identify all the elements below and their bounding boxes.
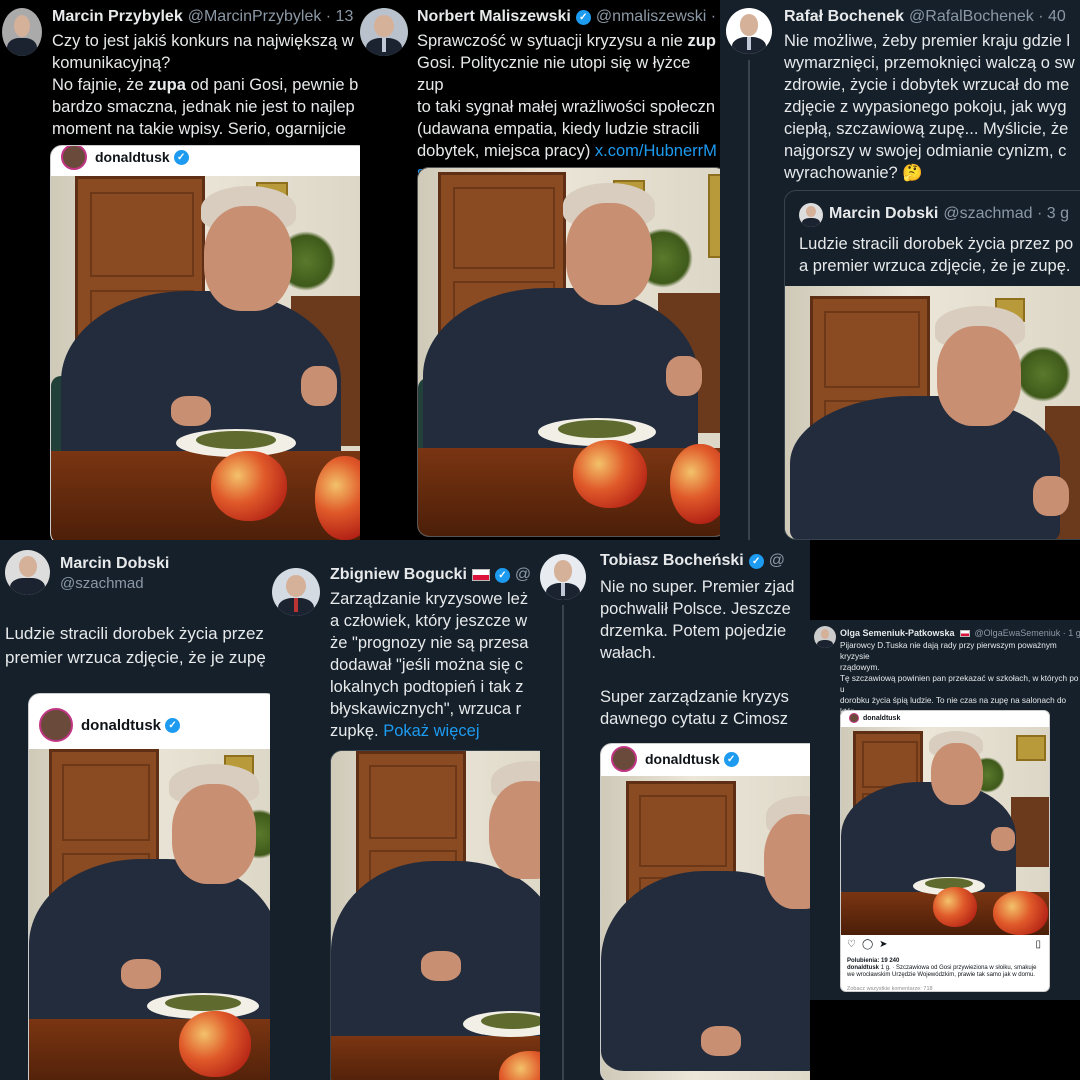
tusk-soup-photo xyxy=(331,751,540,1080)
card-header: donaldtusk ✓ xyxy=(39,708,185,742)
author-handle[interactable]: @ xyxy=(515,566,531,584)
instagram-card[interactable]: donaldtusk ✓ xyxy=(50,145,360,540)
share-icon[interactable]: ➤ xyxy=(879,939,887,950)
verified-badge-icon: ✓ xyxy=(723,751,739,767)
card-username[interactable]: donaldtusk xyxy=(95,149,170,165)
thread-line xyxy=(562,605,564,1080)
verified-badge-icon: ✓ xyxy=(575,9,591,25)
tweet-header: Marcin Przybylek @MarcinPrzybylek · 13 xyxy=(52,8,353,26)
card-header: donaldtusk xyxy=(849,713,900,723)
bookmark-icon[interactable]: ▯ xyxy=(1035,939,1041,950)
verified-badge-icon: ✓ xyxy=(748,553,764,569)
card-header: donaldtusk ✓ xyxy=(611,746,744,772)
quote-author[interactable]: Marcin Dobski xyxy=(829,205,938,223)
tweet-header: Zbigniew Bogucki ✓ @ xyxy=(330,566,531,584)
avatar[interactable] xyxy=(5,550,50,595)
tusk-soup-photo xyxy=(51,176,360,540)
card-username[interactable]: donaldtusk xyxy=(863,715,900,722)
tusk-soup-photo xyxy=(785,286,1080,539)
polish-flag-icon xyxy=(959,629,970,637)
tweet-text: Zarządzanie kryzysowe leż a człowiek, kt… xyxy=(330,590,529,740)
avatar[interactable] xyxy=(799,203,823,227)
tweet-text: Nie no super. Premier zjad pochwalił Pol… xyxy=(600,578,795,728)
avatar[interactable] xyxy=(272,568,320,616)
author-name[interactable]: Norbert Maliszewski xyxy=(417,8,571,26)
tweet-text: Sprawczość w sytuacji kryzysu a nie zup … xyxy=(417,30,720,184)
avatar xyxy=(611,746,637,772)
tweet-panel-bochenek: Rafał Bochenek @RafalBochenek · 40 Nie m… xyxy=(720,0,1080,540)
tweet-text: Ludzie stracili dorobek życia przez prem… xyxy=(5,624,266,667)
photo-card[interactable] xyxy=(330,750,540,1080)
author-name[interactable]: Tobiasz Bocheński xyxy=(600,552,744,570)
tweet-header: Norbert Maliszewski ✓ @nmaliszewski · xyxy=(417,8,716,26)
instagram-card[interactable]: donaldtusk ✓ xyxy=(28,693,270,1080)
tusk-soup-photo xyxy=(601,776,810,1080)
verified-badge-icon: ✓ xyxy=(494,567,510,583)
tweet-panel-bochenski: Tobiasz Bocheński ✓ @ Nie no super. Prem… xyxy=(540,540,810,1080)
author-name[interactable]: Rafał Bochenek xyxy=(784,8,904,26)
tusk-soup-photo xyxy=(29,749,270,1080)
quote-text: Ludzie stracili dorobek życia przez po a… xyxy=(799,235,1074,275)
card-username[interactable]: donaldtusk xyxy=(645,751,720,767)
polish-flag-icon xyxy=(471,569,490,581)
quote-header: Marcin Dobski @szachmad · 3 g xyxy=(829,205,1069,223)
tweet-header: Olga Semeniuk-Patkowska @OlgaEwaSemeniuk… xyxy=(840,628,1080,638)
author-name[interactable]: Marcin Przybylek xyxy=(52,8,183,26)
author-handle[interactable]: @OlgaEwaSemeniuk · 1 g. xyxy=(975,628,1080,638)
avatar[interactable] xyxy=(814,626,836,648)
tweet-header: Rafał Bochenek @RafalBochenek · 40 xyxy=(784,8,1066,26)
author-handle[interactable]: @RafalBochenek · 40 xyxy=(909,8,1066,26)
instagram-card[interactable]: donaldtusk ♡ ◯ ➤ ▯ Polubienia: 19 240 do… xyxy=(840,710,1050,992)
tweet-link[interactable]: x.com/HubnerrM xyxy=(595,142,717,160)
tweet-panel-przybylek: Marcin Przybylek @MarcinPrzybylek · 13 C… xyxy=(0,0,360,540)
avatar xyxy=(849,713,859,723)
avatar xyxy=(61,146,87,170)
tweet-panel-semeniuk: Olga Semeniuk-Patkowska @OlgaEwaSemeniuk… xyxy=(810,620,1080,1000)
tweet-panel-bogucki: Zbigniew Bogucki ✓ @ Zarządzanie kryzyso… xyxy=(270,540,540,1080)
post-caption: donaldtusk 1 g. · Szczawiowa od Gosi prz… xyxy=(847,965,1037,978)
tweet-text: Czy to jest jakiś konkurs na największą … xyxy=(52,32,359,138)
avatar[interactable] xyxy=(360,8,408,56)
quote-handle[interactable]: @szachmad · 3 g xyxy=(943,205,1069,223)
heart-icon[interactable]: ♡ xyxy=(847,939,856,950)
card-username[interactable]: donaldtusk xyxy=(81,717,161,734)
author-handle[interactable]: @nmaliszewski · xyxy=(596,8,716,26)
view-comments-link[interactable]: Zobacz wszystkie komentarze: 718 xyxy=(847,983,933,991)
verified-badge-icon: ✓ xyxy=(165,717,181,733)
photo-card[interactable] xyxy=(417,167,720,537)
tweet-header: Tobiasz Bocheński ✓ @ xyxy=(600,552,785,570)
comment-icon[interactable]: ◯ xyxy=(862,939,873,950)
card-header: donaldtusk ✓ xyxy=(61,146,194,170)
avatar[interactable] xyxy=(726,8,772,54)
tweet-text: Nie możliwe, żeby premier kraju gdzie l … xyxy=(784,32,1075,182)
author-name[interactable]: Marcin Dobski xyxy=(60,555,169,573)
avatar xyxy=(39,708,73,742)
show-more-link[interactable]: Pokaż więcej xyxy=(383,722,479,740)
tusk-soup-photo xyxy=(841,727,1049,935)
quoted-tweet-card[interactable]: Marcin Dobski @szachmad · 3 g Ludzie str… xyxy=(784,190,1080,540)
author-handle[interactable]: @MarcinPrzybylek · 13 xyxy=(188,8,354,26)
instagram-card[interactable]: donaldtusk ✓ xyxy=(600,743,810,1080)
avatar[interactable] xyxy=(2,8,42,56)
avatar[interactable] xyxy=(540,554,586,600)
tweet-panel-dobski: Marcin Dobski @szachmad Ludzie stracili … xyxy=(0,540,270,1080)
thread-line xyxy=(748,60,750,540)
tweet-panel-maliszewski: Norbert Maliszewski ✓ @nmaliszewski · Sp… xyxy=(360,0,720,540)
tusk-soup-photo xyxy=(418,168,720,536)
author-name[interactable]: Olga Semeniuk-Patkowska xyxy=(840,628,955,638)
verified-badge-icon: ✓ xyxy=(173,149,189,165)
author-handle[interactable]: @szachmad xyxy=(60,575,144,592)
author-handle[interactable]: @ xyxy=(769,552,785,570)
author-name[interactable]: Zbigniew Bogucki xyxy=(330,566,467,584)
